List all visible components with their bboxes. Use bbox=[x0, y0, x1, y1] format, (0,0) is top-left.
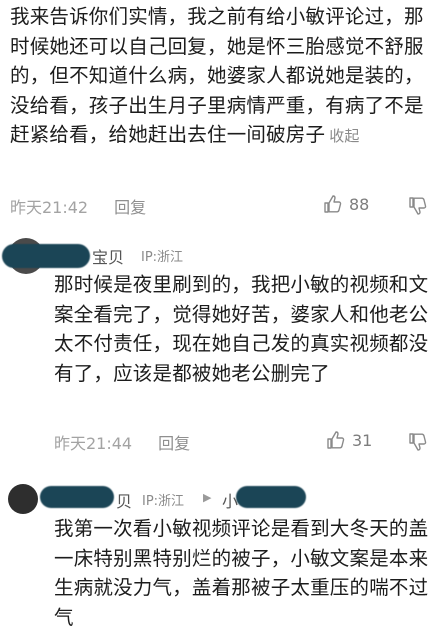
comment-2-meta: 昨天21:44 回复 bbox=[54, 430, 190, 454]
redacted-reply-to bbox=[236, 486, 306, 508]
thumbs-down-icon bbox=[409, 197, 427, 215]
redacted-username bbox=[2, 244, 90, 268]
collapse-link[interactable]: 收起 bbox=[329, 127, 359, 145]
reply-arrow-icon: ▶ bbox=[203, 491, 212, 504]
reply-button[interactable]: 回复 bbox=[158, 430, 190, 454]
username[interactable]: 宝贝 bbox=[92, 244, 124, 268]
reply-button[interactable]: 回复 bbox=[114, 194, 146, 218]
ip-location: IP:浙江 bbox=[141, 250, 184, 265]
like-button[interactable]: 88 bbox=[323, 194, 369, 214]
comment-1-meta: 昨天21:42 回复 bbox=[10, 194, 146, 218]
like-count: 88 bbox=[349, 194, 370, 214]
thumbs-down-icon bbox=[409, 433, 427, 451]
ip-location: IP:浙江 bbox=[142, 494, 185, 509]
thumbs-up-icon bbox=[327, 431, 345, 449]
like-button[interactable]: 31 bbox=[326, 430, 372, 450]
like-count: 31 bbox=[352, 430, 373, 450]
dislike-button[interactable] bbox=[408, 432, 428, 456]
comment-time: 昨天21:42 bbox=[10, 198, 89, 217]
comment-1-text: 我来告诉你们实情，我之前有给小敏评论过，那时候她还可以自己回复，她是怀三胎感觉不… bbox=[10, 5, 424, 146]
comment-time: 昨天21:44 bbox=[54, 434, 133, 453]
comment-3-text: 我第一次看小敏视频评论是看到大冬天的盖一床特别黑特别烂的被子，小敏文案是本来生病… bbox=[54, 517, 429, 629]
username[interactable]: 贝 bbox=[116, 488, 132, 512]
thumbs-up-icon bbox=[324, 195, 342, 213]
dislike-button[interactable] bbox=[408, 196, 428, 220]
comment-2-text: 那时候是夜里刷到的，我把小敏的视频和文案全看完了，觉得她好苦，婆家人和他老公太不… bbox=[54, 273, 429, 385]
redacted-username bbox=[40, 486, 114, 508]
avatar[interactable] bbox=[8, 484, 38, 514]
